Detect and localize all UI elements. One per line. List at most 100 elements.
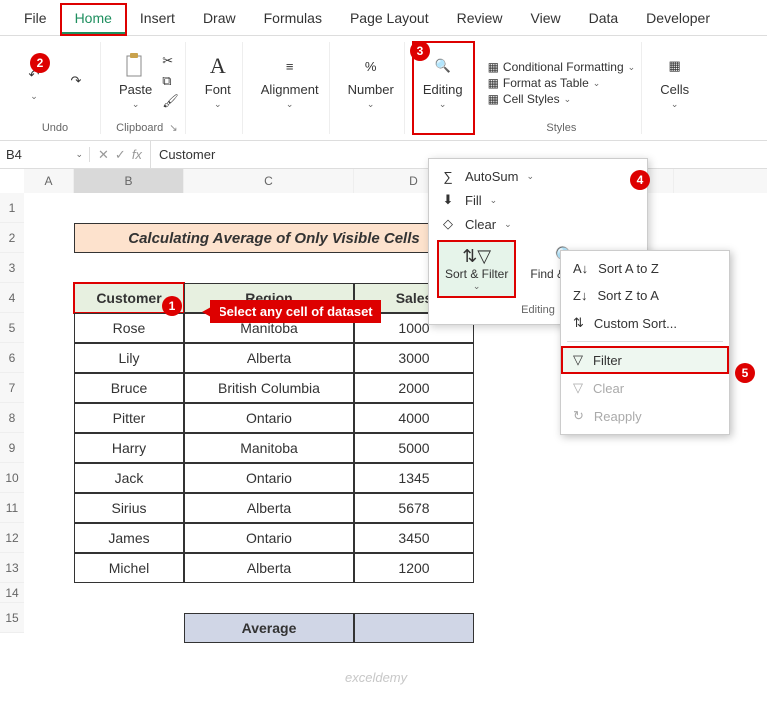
group-font: A Font⌄ (194, 42, 243, 134)
font-button[interactable]: A Font⌄ (200, 50, 236, 112)
table-cell[interactable]: Pitter (74, 403, 184, 433)
table-cell[interactable]: Ontario (184, 523, 354, 553)
table-cell[interactable]: 3000 (354, 343, 474, 373)
dataset-title: Calculating Average of Only Visible Cell… (74, 223, 474, 253)
rowhead-13[interactable]: 13 (0, 553, 24, 583)
table-cell[interactable]: 5000 (354, 433, 474, 463)
table-cell[interactable]: British Columbia (184, 373, 354, 403)
tab-formulas[interactable]: Formulas (250, 4, 336, 35)
tab-data[interactable]: Data (575, 4, 633, 35)
table-cell[interactable]: 3450 (354, 523, 474, 553)
row-headers: 123456789101112131415 (0, 193, 24, 633)
menu-tabs: File Home Insert Draw Formulas Page Layo… (0, 0, 767, 36)
rowhead-15[interactable]: 15 (0, 603, 24, 633)
colhead-a[interactable]: A (24, 169, 74, 193)
table-cell[interactable]: Sirius (74, 493, 184, 523)
paste-button[interactable]: Paste⌄ (115, 50, 156, 112)
table-cell[interactable]: James (74, 523, 184, 553)
tab-draw[interactable]: Draw (189, 4, 250, 35)
colhead-b[interactable]: B (74, 169, 184, 193)
redo-button[interactable]: ↷ (58, 65, 94, 97)
name-box[interactable]: B4⌄ (0, 147, 90, 162)
rowhead-9[interactable]: 9 (0, 433, 24, 463)
tab-review[interactable]: Review (443, 4, 517, 35)
badge-3: 3 (410, 41, 430, 61)
number-button[interactable]: % Number⌄ (344, 50, 398, 112)
format-as-table-button[interactable]: ▦Format as Table⌄ (488, 76, 636, 90)
cond-fmt-icon: ▦ (488, 60, 499, 74)
rowhead-2[interactable]: 2 (0, 223, 24, 253)
rowhead-7[interactable]: 7 (0, 373, 24, 403)
rowhead-1[interactable]: 1 (0, 193, 24, 223)
format-painter-icon[interactable]: 🖌 (162, 93, 179, 109)
cells-button[interactable]: ▦ Cells⌄ (656, 50, 693, 112)
autosum-item[interactable]: ∑AutoSum⌄ (429, 165, 647, 188)
badge-2: 2 (30, 53, 50, 73)
group-alignment: ≡ Alignment⌄ (251, 42, 330, 134)
clipboard-launcher-icon[interactable]: ↘ (169, 123, 177, 134)
cancel-icon[interactable]: ✕ (98, 147, 109, 163)
sort-filter-button[interactable]: ⇅▽ Sort & Filter⌄ (439, 242, 514, 296)
group-clipboard: Paste⌄ ✂ ⧉ 🖌 Clipboard↘ (109, 42, 186, 134)
filter-item[interactable]: ▽Filter (561, 346, 729, 374)
sort-filter-menu: A↓Sort A to Z Z↓Sort Z to A ⇅Custom Sort… (560, 250, 730, 435)
table-cell[interactable]: Harry (74, 433, 184, 463)
table-cell[interactable]: 1200 (354, 553, 474, 583)
table-cell[interactable]: Ontario (184, 463, 354, 493)
sigma-icon: ∑ (439, 169, 457, 184)
alignment-button[interactable]: ≡ Alignment⌄ (257, 50, 323, 112)
rowhead-3[interactable]: 3 (0, 253, 24, 283)
custom-sort-item[interactable]: ⇅Custom Sort... (561, 309, 729, 337)
clear-filter-item[interactable]: ▽Clear (561, 374, 729, 402)
rowhead-12[interactable]: 12 (0, 523, 24, 553)
sort-az-item[interactable]: A↓Sort A to Z (561, 255, 729, 282)
sort-az-icon: A↓ (573, 261, 588, 276)
average-label: Average (184, 613, 354, 643)
table-cell[interactable]: Alberta (184, 343, 354, 373)
clear-item[interactable]: ◇Clear⌄ (429, 212, 647, 236)
table-cell[interactable]: 4000 (354, 403, 474, 433)
table-cell[interactable]: Jack (74, 463, 184, 493)
chevron-down-icon: ⌄ (75, 149, 83, 160)
colhead-c[interactable]: C (184, 169, 354, 193)
watermark: exceldemy (345, 670, 407, 685)
rowhead-4[interactable]: 4 (0, 283, 24, 313)
table-cell[interactable]: Alberta (184, 493, 354, 523)
fill-item[interactable]: ⬇Fill⌄ (429, 188, 647, 212)
cut-icon[interactable]: ✂ (162, 53, 179, 69)
tab-insert[interactable]: Insert (126, 4, 189, 35)
rowhead-6[interactable]: 6 (0, 343, 24, 373)
table-cell[interactable]: Michel (74, 553, 184, 583)
rowhead-11[interactable]: 11 (0, 493, 24, 523)
average-value[interactable] (354, 613, 474, 643)
tab-developer[interactable]: Developer (632, 4, 724, 35)
cell-styles-button[interactable]: ▦Cell Styles⌄ (488, 92, 636, 106)
table-cell[interactable]: 1345 (354, 463, 474, 493)
rowhead-10[interactable]: 10 (0, 463, 24, 493)
rowhead-5[interactable]: 5 (0, 313, 24, 343)
tab-view[interactable]: View (517, 4, 575, 35)
table-cell[interactable]: 5678 (354, 493, 474, 523)
rowhead-8[interactable]: 8 (0, 403, 24, 433)
tab-home[interactable]: Home (61, 4, 126, 35)
table-cell[interactable]: Bruce (74, 373, 184, 403)
fx-icon[interactable]: fx (132, 147, 142, 162)
reapply-item[interactable]: ↻Reapply (561, 402, 729, 430)
rowhead-14[interactable]: 14 (0, 583, 24, 603)
sort-za-item[interactable]: Z↓Sort Z to A (561, 282, 729, 309)
editing-button[interactable]: 🔍 Editing⌄ (419, 50, 467, 112)
custom-sort-icon: ⇅ (573, 315, 584, 331)
redo-icon: ↷ (62, 67, 90, 95)
tab-page-layout[interactable]: Page Layout (336, 4, 443, 35)
table-cell[interactable]: Alberta (184, 553, 354, 583)
table-cell[interactable]: Lily (74, 343, 184, 373)
table-cell[interactable]: Manitoba (184, 433, 354, 463)
table-cell[interactable]: Ontario (184, 403, 354, 433)
tab-file[interactable]: File (10, 4, 61, 35)
enter-icon[interactable]: ✓ (115, 147, 126, 163)
table-cell[interactable]: 2000 (354, 373, 474, 403)
fill-icon: ⬇ (439, 192, 457, 208)
conditional-formatting-button[interactable]: ▦Conditional Formatting⌄ (488, 60, 636, 74)
table-cell[interactable]: Rose (74, 313, 184, 343)
copy-icon[interactable]: ⧉ (162, 73, 179, 89)
